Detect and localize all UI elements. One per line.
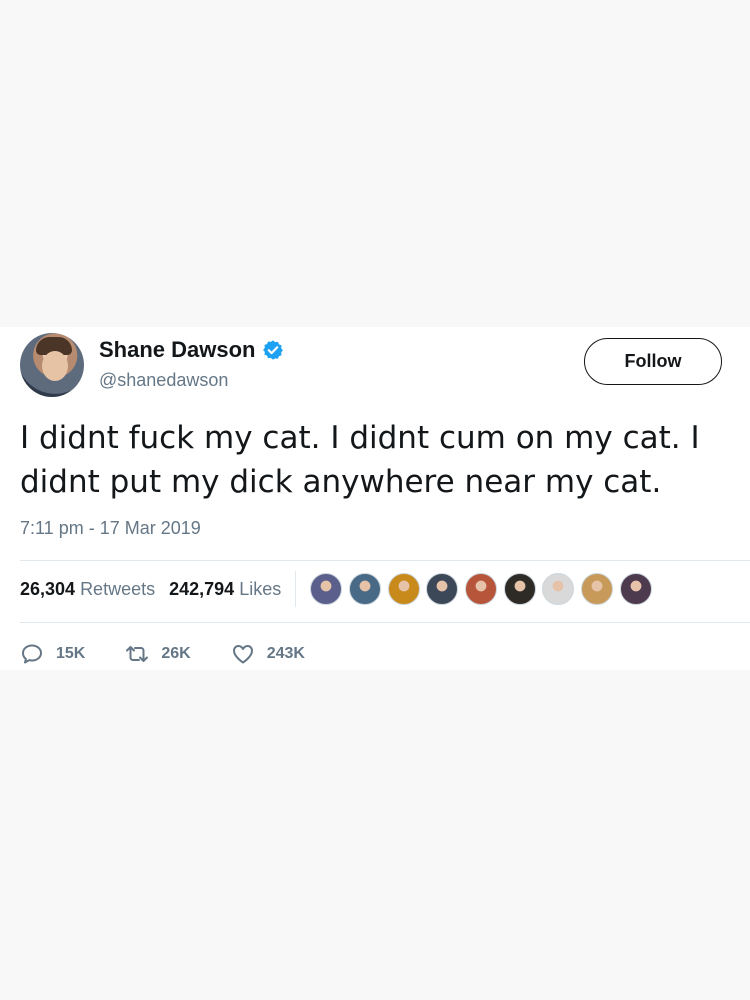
liker-avatar[interactable] (503, 573, 536, 605)
divider-top (20, 560, 750, 561)
tweet-timestamp[interactable]: 7:11 pm - 17 Mar 2019 (20, 518, 201, 539)
liker-avatar[interactable] (542, 573, 575, 605)
stats-separator (295, 571, 297, 607)
heart-icon (232, 645, 253, 664)
liker-avatar[interactable] (310, 573, 343, 605)
liker-avatar[interactable] (464, 573, 497, 605)
reply-button[interactable]: 15K (20, 642, 85, 666)
like-count: 243K (266, 645, 305, 662)
tweet-card: Shane Dawson @shanedawson Follow I didnt… (0, 327, 750, 670)
display-name[interactable]: Shane Dawson (99, 337, 255, 363)
liker-avatar[interactable] (619, 573, 652, 605)
reply-count: 15K (56, 645, 86, 662)
liker-avatars (310, 573, 658, 605)
like-button[interactable]: 243K (231, 642, 305, 666)
retweets-stat[interactable]: 26,304 Retweets (20, 579, 155, 600)
retweet-button[interactable]: 26K (125, 642, 191, 666)
liker-avatar[interactable] (581, 573, 614, 605)
divider-bottom (20, 622, 750, 623)
verified-badge-icon (263, 340, 284, 360)
likes-label: Likes (239, 578, 282, 599)
engagement-stats: 26,304 Retweets 242,794 Likes (20, 571, 658, 607)
liker-avatar[interactable] (387, 573, 420, 605)
retweets-label: Retweets (80, 578, 156, 599)
liker-avatar[interactable] (426, 573, 459, 605)
reply-icon (22, 644, 42, 664)
liker-avatar[interactable] (348, 573, 381, 605)
avatar-face (42, 351, 68, 381)
user-handle[interactable]: @shanedawson (99, 370, 228, 391)
avatar[interactable] (20, 333, 84, 397)
name-row: Shane Dawson (99, 337, 284, 363)
likes-stat[interactable]: 242,794 Likes (169, 579, 281, 600)
retweet-count: 26K (161, 645, 191, 662)
tweet-actions: 15K 26K 243K (20, 642, 345, 666)
likes-count: 242,794 (169, 578, 235, 599)
follow-button[interactable]: Follow (584, 338, 722, 385)
tweet-text: I didnt fuck my cat. I didnt cum on my c… (20, 420, 700, 500)
retweets-count: 26,304 (20, 578, 76, 599)
retweet-icon (126, 646, 149, 662)
